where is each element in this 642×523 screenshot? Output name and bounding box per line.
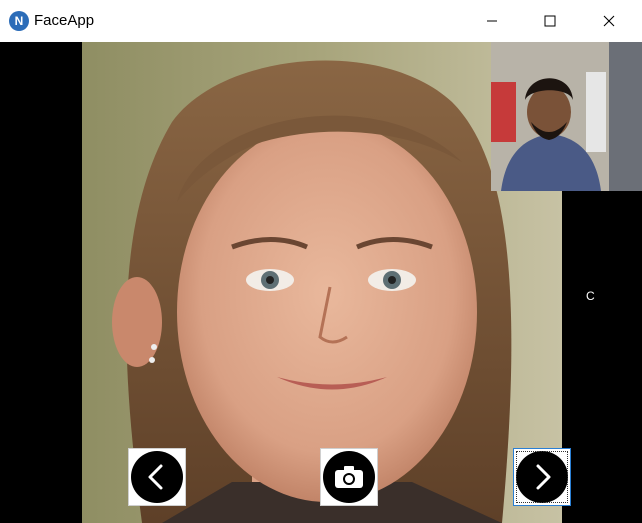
close-button[interactable] xyxy=(586,0,632,42)
side-label: C xyxy=(586,289,595,303)
previous-button[interactable] xyxy=(128,448,186,506)
next-button[interactable] xyxy=(513,448,571,506)
minimize-icon xyxy=(487,20,497,22)
maximize-icon xyxy=(544,15,556,27)
window-title: FaceApp xyxy=(34,12,95,29)
camera-icon xyxy=(335,466,363,488)
app-logo-icon: N xyxy=(9,11,29,31)
close-icon xyxy=(603,15,615,27)
title-bar: N FaceApp xyxy=(0,0,642,43)
maximize-button[interactable] xyxy=(527,0,573,42)
chevron-left-icon xyxy=(148,464,163,490)
chevron-right-icon xyxy=(536,464,551,490)
capture-button[interactable] xyxy=(320,448,378,506)
webcam-preview xyxy=(491,42,642,191)
minimize-button[interactable] xyxy=(469,0,515,42)
app-canvas: C xyxy=(0,42,642,523)
